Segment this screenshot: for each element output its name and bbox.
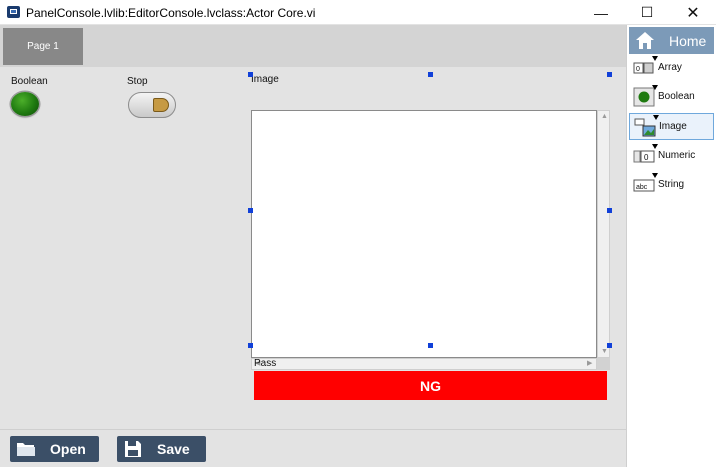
image-vertical-scrollbar[interactable]: ▲ ▼ — [597, 110, 610, 358]
palette-item-boolean[interactable]: Boolean — [629, 84, 714, 111]
pass-indicator: NG — [254, 371, 607, 400]
save-button[interactable]: Save — [117, 436, 206, 462]
selection-handle[interactable] — [607, 208, 612, 213]
svg-text:abc: abc — [636, 184, 648, 191]
action-bar: Open Save — [0, 429, 626, 467]
string-icon: abc — [633, 179, 655, 192]
palette-item-image[interactable]: Image — [629, 113, 714, 140]
submenu-arrow-icon — [652, 144, 658, 149]
image-display[interactable]: ▲ ▼ ◀ ▶ — [251, 110, 610, 370]
close-button[interactable]: ✕ — [670, 0, 716, 25]
tab-bar: Page 1 — [0, 25, 626, 67]
submenu-arrow-icon — [653, 115, 659, 120]
array-icon: 0 — [633, 62, 654, 74]
maximize-button[interactable]: ☐ — [624, 0, 670, 25]
boolean-label: Boolean — [11, 76, 48, 87]
boolean-icon — [633, 87, 655, 107]
open-button-label: Open — [50, 441, 86, 457]
window-title: PanelConsole.lvlib:EditorConsole.lvclass… — [26, 6, 316, 20]
selection-handle[interactable] — [428, 72, 433, 77]
image-label: Image — [251, 74, 279, 85]
selection-handle[interactable] — [428, 343, 433, 348]
scroll-up-icon[interactable]: ▲ — [601, 112, 608, 122]
scroll-down-icon[interactable]: ▼ — [601, 347, 608, 357]
svg-text:0: 0 — [644, 153, 649, 162]
home-icon — [636, 32, 654, 49]
selection-handle[interactable] — [248, 343, 253, 348]
image-canvas — [251, 110, 597, 358]
front-panel: Page 1 Boolean Stop Image ▲ ▼ ◀ ▶ Pass N… — [0, 25, 626, 467]
minimize-button[interactable]: — — [578, 0, 624, 25]
palette-item-numeric[interactable]: 0 Numeric — [629, 143, 714, 170]
palette-item-label: Boolean — [658, 91, 695, 102]
image-icon — [634, 118, 656, 137]
home-button[interactable]: Home — [629, 27, 714, 54]
numeric-icon: 0 — [633, 150, 655, 163]
floppy-disk-icon — [125, 441, 141, 457]
selection-handle[interactable] — [248, 72, 253, 77]
stop-button[interactable] — [128, 92, 176, 118]
home-label: Home — [669, 33, 707, 49]
submenu-arrow-icon — [652, 173, 658, 178]
open-button[interactable]: Open — [10, 436, 99, 462]
image-horizontal-scrollbar[interactable]: ◀ ▶ — [251, 358, 597, 370]
submenu-arrow-icon — [652, 56, 658, 61]
folder-icon — [17, 443, 35, 456]
boolean-led[interactable] — [11, 92, 39, 116]
palette-item-label: Image — [659, 121, 687, 132]
svg-text:0: 0 — [636, 66, 640, 73]
palette-item-label: String — [658, 179, 685, 190]
palette-item-array[interactable]: 0 Array — [629, 55, 714, 82]
scroll-right-icon[interactable]: ▶ — [587, 359, 592, 369]
stop-label: Stop — [127, 76, 148, 87]
save-button-label: Save — [157, 441, 190, 457]
palette-item-label: Numeric — [658, 150, 696, 161]
submenu-arrow-icon — [652, 85, 658, 90]
stop-indicator — [153, 98, 169, 112]
selection-handle[interactable] — [248, 208, 253, 213]
palette-item-label: Array — [658, 62, 682, 73]
selection-handle[interactable] — [607, 72, 612, 77]
title-bar: PanelConsole.lvlib:EditorConsole.lvclass… — [0, 0, 716, 25]
pass-label: Pass — [254, 358, 277, 369]
app-icon — [7, 6, 20, 18]
control-palette: Home 0 Array Boolean Image 0 Numeric abc… — [626, 25, 716, 467]
tab-page-1[interactable]: Page 1 — [3, 28, 83, 65]
selection-handle[interactable] — [607, 343, 612, 348]
panel-content: Boolean Stop Image ▲ ▼ ◀ ▶ Pass NG — [0, 67, 626, 429]
palette-item-string[interactable]: abc String — [629, 172, 714, 199]
